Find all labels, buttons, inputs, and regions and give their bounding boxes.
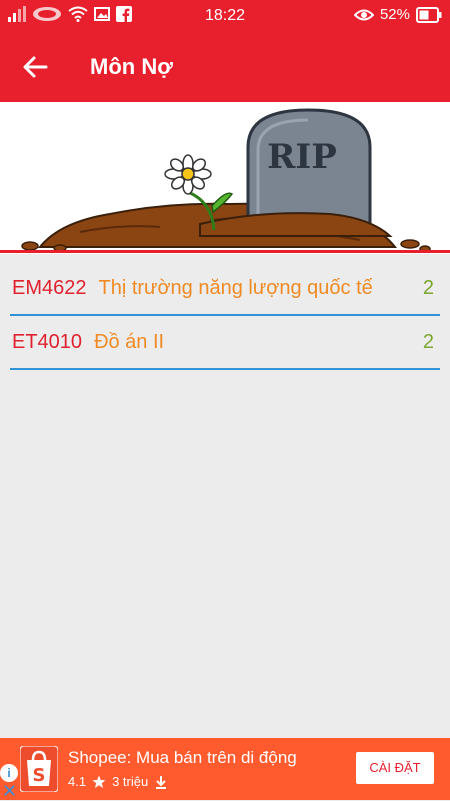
- eye-icon: [353, 9, 374, 20]
- ad-title: Shopee: Mua bán trên di động: [68, 748, 297, 767]
- tombstone-text: RIP: [267, 137, 337, 177]
- ad-rating: 4.1: [68, 774, 87, 789]
- subject-credits: 2: [422, 276, 434, 299]
- subject-code: EM4622: [12, 276, 87, 299]
- ad-banner[interactable]: i ✕ S Shopee: Mua bán trên di động 4.1 3…: [0, 738, 450, 800]
- subject-credits: 2: [422, 330, 434, 353]
- rip-banner-image: RIP: [0, 102, 450, 254]
- battery-icon: [416, 6, 442, 23]
- ad-downloads: 3 triệu: [112, 774, 149, 789]
- install-button[interactable]: CÀI ĐẶT: [356, 752, 434, 784]
- subject-name: Đồ án II: [94, 330, 165, 353]
- list-item[interactable]: ET4010 Đồ án II 2: [10, 316, 440, 370]
- list-item[interactable]: EM4622 Thị trường năng lượng quốc tế 2: [10, 262, 440, 316]
- battery-percent: 52%: [379, 6, 410, 23]
- subject-name: Thị trường năng lượng quốc tế: [98, 276, 373, 299]
- subject-code: ET4010: [12, 330, 83, 353]
- close-icon[interactable]: ✕: [2, 782, 17, 800]
- app-bar: Môn Nợ: [0, 32, 450, 102]
- info-icon[interactable]: i: [0, 764, 18, 782]
- star-icon: [92, 775, 106, 788]
- arrow-left-icon[interactable]: [22, 54, 48, 80]
- download-icon: [156, 775, 167, 789]
- status-icons-right: 52%: [353, 6, 442, 23]
- banner-divider: [0, 250, 450, 253]
- flower-icon: [164, 154, 212, 195]
- status-bar: 18:22 52%: [0, 0, 450, 32]
- svg-text:S: S: [33, 765, 46, 786]
- ad-meta: 4.1 3 triệu: [68, 774, 168, 789]
- debt-subject-list: EM4622 Thị trường năng lượng quốc tế 2 E…: [10, 262, 440, 370]
- page-title: Môn Nợ: [90, 54, 173, 79]
- shopee-logo-icon: S: [20, 746, 58, 792]
- grave-illustration: RIP: [21, 108, 431, 253]
